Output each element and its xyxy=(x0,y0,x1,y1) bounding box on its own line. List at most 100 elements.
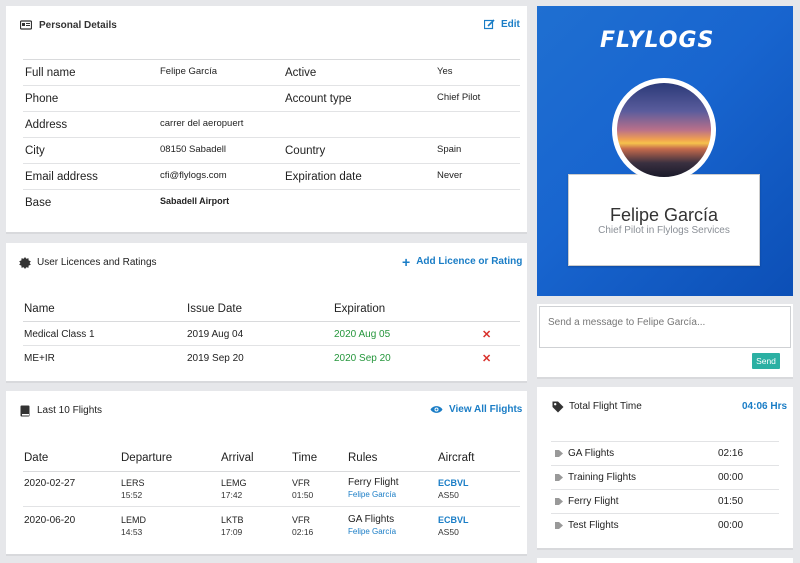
detail-label: Phone xyxy=(25,93,59,105)
licence-issue-date: 2019 Sep 20 xyxy=(187,353,244,364)
detail-value: Chief Pilot xyxy=(437,92,481,103)
book-icon xyxy=(20,405,30,417)
tag-icon xyxy=(555,450,563,457)
detail-label: Full name xyxy=(25,67,76,79)
detail-value: Yes xyxy=(437,66,453,77)
flight-arrival: LKTB xyxy=(221,515,244,525)
tag-icon xyxy=(555,522,563,529)
add-licence-button[interactable]: + Add Licence or Rating xyxy=(402,253,523,270)
licences-card: User Licences and Ratings + Add Licence … xyxy=(6,243,527,383)
flight-time: 01:50 xyxy=(292,490,314,500)
licence-expiration: 2020 Sep 20 xyxy=(334,353,391,364)
divider xyxy=(23,345,520,346)
detail-row: Address carrer del aeropuert xyxy=(23,111,520,137)
profile-role: Chief Pilot in Flylogs Services xyxy=(598,225,730,236)
detail-label: Active xyxy=(285,67,317,79)
personal-details-card: Personal Details Edit Full name Felipe G… xyxy=(6,6,527,234)
detail-label: Expiration date xyxy=(285,171,362,183)
detail-label: Account type xyxy=(285,93,352,105)
profile-card: FLYLOGS Felipe García Chief Pilot in Fly… xyxy=(537,6,793,296)
flight-time-label: Test Flights xyxy=(568,520,619,531)
flight-time-row: Training Flights 00:00 xyxy=(551,465,779,489)
detail-label: Email address xyxy=(25,171,98,183)
detail-label: City xyxy=(25,145,45,157)
profile-name: Felipe García xyxy=(609,205,719,225)
detail-row: Email address cfi@flylogs.com Expiration… xyxy=(23,163,520,189)
flight-type: Ferry Flight xyxy=(348,477,399,488)
message-input[interactable]: Send a message to Felipe García... xyxy=(539,306,791,348)
flight-time-value: 01:50 xyxy=(718,496,744,507)
flight-arrival-time: 17:42 xyxy=(221,490,243,500)
flight-time-row: Test Flights 00:00 xyxy=(551,513,779,537)
detail-row: Phone Account type Chief Pilot xyxy=(23,85,520,111)
aircraft-link[interactable]: ECBVL xyxy=(438,478,469,488)
email-link[interactable]: cfi@flylogs.com xyxy=(160,170,227,181)
column-header: Time xyxy=(292,452,318,464)
flights-title: Last 10 Flights xyxy=(37,405,103,416)
aircraft-model: AS50 xyxy=(438,527,459,537)
licence-name: ME+IR xyxy=(24,353,55,364)
pilot-link[interactable]: Felipe García xyxy=(348,527,396,536)
flight-departure: LERS xyxy=(121,478,145,488)
id-card-icon xyxy=(20,20,32,30)
flight-arrival: LEMG xyxy=(221,478,247,488)
personal-details-title: Personal Details xyxy=(39,20,117,31)
detail-label: Address xyxy=(25,119,68,131)
flylogs-logo: FLYLOGS xyxy=(600,28,715,53)
flight-departure-time: 14:53 xyxy=(121,527,143,537)
detail-row: Base Sabadell Airport xyxy=(23,189,520,215)
tag-icon xyxy=(555,498,563,505)
column-header: Date xyxy=(24,452,49,464)
flight-departure: LEMD xyxy=(121,515,147,525)
column-header: Expiration xyxy=(334,303,386,315)
edit-button[interactable]: Edit xyxy=(484,19,520,30)
column-header: Rules xyxy=(348,452,378,464)
flight-time-row: Ferry Flight 01:50 xyxy=(551,489,779,513)
flight-time: 02:16 xyxy=(292,527,314,537)
flight-time-row: GA Flights 02:16 xyxy=(551,441,779,465)
flight-time-value: 00:00 xyxy=(718,472,744,483)
column-header: Issue Date xyxy=(187,303,242,315)
flight-arrival-time: 17:09 xyxy=(221,527,243,537)
plus-icon: + xyxy=(402,253,411,270)
flight-time-value: 02:16 xyxy=(718,448,744,459)
licence-name: Medical Class 1 xyxy=(24,329,95,340)
flight-date: 2020-06-20 xyxy=(24,515,76,526)
view-all-flights-button[interactable]: View All Flights xyxy=(430,404,522,415)
pilot-link[interactable]: Felipe García xyxy=(348,490,396,499)
edit-label: Edit xyxy=(501,19,520,30)
flight-time-label: GA Flights xyxy=(568,448,615,459)
aircraft-model: AS50 xyxy=(438,490,459,500)
delete-icon[interactable]: ✕ xyxy=(482,352,491,365)
flight-time-total: 04:06 Hrs xyxy=(742,401,788,412)
detail-label: Country xyxy=(285,145,326,157)
flight-time-label: Ferry Flight xyxy=(568,496,619,507)
detail-value: 08150 Sabadell xyxy=(160,144,227,155)
flight-rules: VFR xyxy=(292,478,310,488)
flight-time-label: Training Flights xyxy=(568,472,636,483)
column-header: Aircraft xyxy=(438,452,475,464)
badge-icon xyxy=(19,257,31,269)
aircraft-link[interactable]: ECBVL xyxy=(438,515,469,525)
profile-name-box: Felipe García Chief Pilot in Flylogs Ser… xyxy=(568,174,760,266)
licence-expiration: 2020 Aug 05 xyxy=(334,329,391,340)
add-licence-label: Add Licence or Rating xyxy=(416,256,523,267)
send-button[interactable]: Send xyxy=(752,353,780,369)
tag-icon xyxy=(555,474,563,481)
delete-icon[interactable]: ✕ xyxy=(482,328,491,341)
column-header: Name xyxy=(24,303,55,315)
column-header: Departure xyxy=(121,452,173,464)
avatar xyxy=(612,78,716,182)
detail-value: Never xyxy=(437,170,463,181)
flight-departure-time: 15:52 xyxy=(121,490,143,500)
detail-row: Full name Felipe García Active Yes xyxy=(23,59,520,85)
base-link[interactable]: Sabadell Airport xyxy=(160,196,229,206)
flight-rules: VFR xyxy=(292,515,310,525)
flight-time-title: Total Flight Time xyxy=(569,401,642,412)
detail-value: Spain xyxy=(437,144,462,155)
edit-icon xyxy=(484,19,495,30)
flight-time-value: 00:00 xyxy=(718,520,744,531)
next-card-edge xyxy=(537,558,793,563)
tag-icon xyxy=(552,401,564,413)
detail-row: City 08150 Sabadell Country Spain xyxy=(23,137,520,163)
